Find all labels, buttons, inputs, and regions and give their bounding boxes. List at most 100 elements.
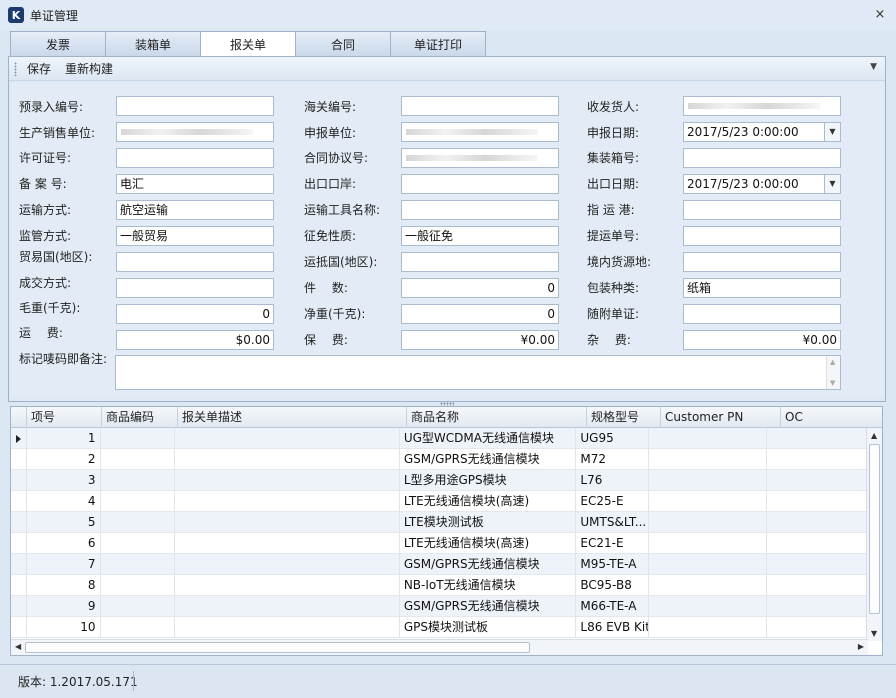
cell-product-name[interactable]: LTE模块测试板 — [400, 512, 577, 533]
arrival-country-field[interactable] — [401, 252, 559, 272]
net-weight-field[interactable]: 0 — [401, 304, 559, 324]
col-header-declaration-desc[interactable]: 报关单描述 — [178, 407, 407, 428]
container-no-field[interactable] — [683, 148, 841, 168]
trade-country-field[interactable] — [116, 252, 274, 272]
table-row[interactable]: 3 L型多用途GPS模块 L76 — [11, 470, 868, 491]
table-row[interactable]: 5 LTE模块测试板 UMTS&LT... — [11, 512, 868, 533]
tab-document-print[interactable]: 单证打印 — [390, 31, 486, 56]
pre-entry-no-field[interactable] — [116, 96, 274, 116]
cell-hs-code[interactable] — [101, 575, 176, 596]
cell-model[interactable]: L86 EVB Kit — [576, 617, 650, 638]
cell-item-no[interactable]: 7 — [27, 554, 101, 575]
cell-customer-pn[interactable] — [649, 449, 767, 470]
cell-customer-pn[interactable] — [649, 512, 767, 533]
cell-model[interactable]: M95-TE-A — [576, 554, 650, 575]
row-indicator[interactable] — [11, 512, 27, 533]
cell-oc[interactable] — [767, 533, 868, 554]
row-indicator[interactable] — [11, 554, 27, 575]
cell-customer-pn[interactable] — [649, 533, 767, 554]
cell-model[interactable]: EC25-E — [576, 491, 650, 512]
table-row[interactable]: 7 GSM/GPRS无线通信模块 M95-TE-A — [11, 554, 868, 575]
scroll-thumb[interactable] — [25, 642, 530, 653]
bill-no-field[interactable] — [683, 226, 841, 246]
export-port-field[interactable] — [401, 174, 559, 194]
row-indicator[interactable] — [11, 617, 27, 638]
cell-product-name[interactable]: GSM/GPRS无线通信模块 — [400, 596, 577, 617]
tab-packing-list[interactable]: 装箱单 — [105, 31, 201, 56]
cell-declaration-desc[interactable] — [175, 470, 400, 491]
supervision-field[interactable]: 一般贸易 — [116, 226, 274, 246]
cell-hs-code[interactable] — [101, 554, 176, 575]
tab-invoice[interactable]: 发票 — [10, 31, 106, 56]
cell-product-name[interactable]: GPS模块测试板 — [400, 617, 577, 638]
cell-product-name[interactable]: GSM/GPRS无线通信模块 — [400, 449, 577, 470]
cell-item-no[interactable]: 2 — [27, 449, 101, 470]
cell-product-name[interactable]: LTE无线通信模块(高速) — [400, 533, 577, 554]
freight-field[interactable]: $0.00 — [116, 330, 274, 350]
cell-declaration-desc[interactable] — [175, 449, 400, 470]
col-header-item-no[interactable]: 项号 — [27, 407, 102, 428]
cell-model[interactable]: L76 — [576, 470, 650, 491]
cell-model[interactable]: BC95-B8 — [576, 575, 650, 596]
col-header-model[interactable]: 规格型号 — [587, 407, 661, 428]
row-indicator[interactable] — [11, 596, 27, 617]
cell-hs-code[interactable] — [101, 470, 176, 491]
transport-mode-field[interactable]: 航空运输 — [116, 200, 274, 220]
grid-vertical-scrollbar[interactable]: ▲ ▼ — [866, 428, 882, 641]
misc-fee-field[interactable]: ¥0.00 — [683, 330, 841, 350]
cell-product-name[interactable]: LTE无线通信模块(高速) — [400, 491, 577, 512]
cell-item-no[interactable]: 6 — [27, 533, 101, 554]
cell-hs-code[interactable] — [101, 449, 176, 470]
cell-model[interactable]: EC21-E — [576, 533, 650, 554]
cell-oc[interactable] — [767, 470, 868, 491]
close-icon[interactable]: × — [874, 8, 886, 21]
cell-hs-code[interactable] — [101, 617, 176, 638]
cell-hs-code[interactable] — [101, 512, 176, 533]
col-header-customer-pn[interactable]: Customer PN — [661, 407, 781, 428]
cell-oc[interactable] — [767, 512, 868, 533]
scroll-left-icon[interactable]: ◀ — [15, 642, 21, 651]
cell-customer-pn[interactable] — [649, 554, 767, 575]
source-place-field[interactable] — [683, 252, 841, 272]
rebuild-button[interactable]: 重新构建 — [63, 58, 115, 79]
cell-product-name[interactable]: UG型WCDMA无线通信模块 — [400, 428, 577, 449]
cell-item-no[interactable]: 4 — [27, 491, 101, 512]
cell-declaration-desc[interactable] — [175, 554, 400, 575]
cell-declaration-desc[interactable] — [175, 575, 400, 596]
scroll-up-icon[interactable]: ▲ — [871, 431, 877, 440]
cell-oc[interactable] — [767, 596, 868, 617]
cell-product-name[interactable]: GSM/GPRS无线通信模块 — [400, 554, 577, 575]
pieces-field[interactable]: 0 — [401, 278, 559, 298]
cell-oc[interactable] — [767, 575, 868, 596]
scroll-down-icon[interactable]: ▼ — [871, 629, 877, 638]
cell-item-no[interactable]: 3 — [27, 470, 101, 491]
cell-declaration-desc[interactable] — [175, 617, 400, 638]
record-no-field[interactable]: 电汇 — [116, 174, 274, 194]
cell-oc[interactable] — [767, 449, 868, 470]
cell-oc[interactable] — [767, 428, 868, 449]
col-header-hs-code[interactable]: 商品编码 — [102, 407, 178, 428]
customs-no-field[interactable] — [401, 96, 559, 116]
cell-model[interactable]: UMTS&LT... — [576, 512, 650, 533]
cell-item-no[interactable]: 1 — [27, 428, 101, 449]
table-row[interactable]: 10 GPS模块测试板 L86 EVB Kit — [11, 617, 868, 638]
table-row[interactable]: 8 NB-IoT无线通信模块 BC95-B8 — [11, 575, 868, 596]
scroll-right-icon[interactable]: ▶ — [858, 642, 864, 651]
cell-oc[interactable] — [767, 491, 868, 512]
declarer-field[interactable] — [401, 122, 559, 142]
row-indicator[interactable] — [11, 470, 27, 491]
attached-docs-field[interactable] — [683, 304, 841, 324]
cell-product-name[interactable]: L型多用途GPS模块 — [400, 470, 577, 491]
table-row[interactable]: 1 UG型WCDMA无线通信模块 UG95 — [11, 428, 868, 449]
tab-customs-declaration[interactable]: 报关单 — [200, 31, 296, 57]
cell-declaration-desc[interactable] — [175, 596, 400, 617]
deal-mode-field[interactable] — [116, 278, 274, 298]
cell-hs-code[interactable] — [101, 428, 176, 449]
save-button[interactable]: 保存 — [25, 58, 53, 79]
cell-item-no[interactable]: 9 — [27, 596, 101, 617]
row-indicator[interactable] — [11, 491, 27, 512]
gross-weight-field[interactable]: 0 — [116, 304, 274, 324]
cell-oc[interactable] — [767, 554, 868, 575]
cell-hs-code[interactable] — [101, 533, 176, 554]
export-date-picker[interactable]: 2017/5/23 0:00:00 ▼ — [683, 174, 841, 194]
